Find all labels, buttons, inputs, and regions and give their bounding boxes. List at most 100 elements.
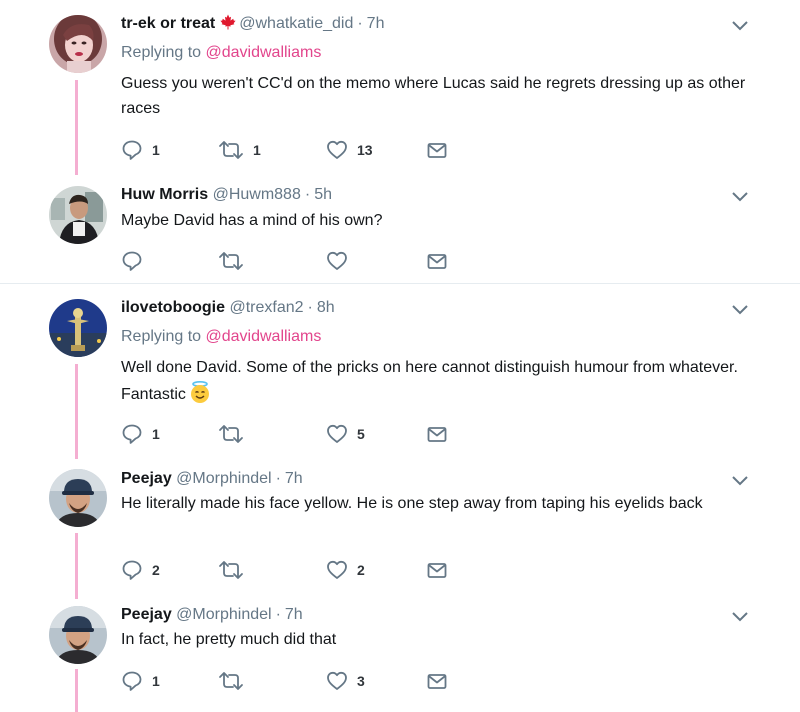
chevron-down-icon[interactable] — [730, 303, 750, 317]
tweet-text: In fact, he pretty much did that — [121, 631, 337, 648]
conversation-divider — [0, 283, 800, 284]
retweet-icon — [218, 139, 244, 161]
like-count: 13 — [357, 142, 373, 158]
user-handle[interactable]: @whatkatie_did — [239, 15, 353, 32]
mention-link[interactable]: @davidwalliams — [206, 328, 322, 345]
reply-count: 1 — [152, 142, 160, 158]
avatar[interactable] — [49, 15, 107, 73]
replying-label: Replying to — [121, 328, 206, 345]
like-count: 2 — [357, 562, 365, 578]
envelope-icon — [426, 423, 448, 445]
retweet-button[interactable] — [218, 558, 253, 582]
direct-message-button[interactable] — [426, 422, 448, 446]
tweet-actions: 1 1 13 — [121, 138, 461, 162]
heart-icon — [326, 423, 348, 445]
tweet-text: Maybe David has a mind of his own? — [121, 212, 383, 229]
avatar[interactable] — [49, 469, 107, 527]
chevron-down-icon[interactable] — [730, 19, 750, 33]
avatar[interactable] — [49, 606, 107, 664]
tweet-header: Huw Morris @Huwm888 · 5h — [121, 185, 332, 205]
retweet-button[interactable] — [218, 249, 253, 273]
separator-dot: · — [304, 186, 311, 203]
direct-message-button[interactable] — [426, 558, 448, 582]
display-name[interactable]: Huw Morris — [121, 186, 208, 203]
thread-line — [75, 669, 78, 712]
retweet-icon — [218, 423, 244, 445]
separator-dot: · — [357, 15, 363, 32]
thread-line — [75, 80, 78, 175]
retweet-icon — [218, 559, 244, 581]
avatar[interactable] — [49, 299, 107, 357]
tweet-text-content: Well done David. Some of the pricks on h… — [121, 359, 738, 403]
retweet-button[interactable] — [218, 669, 253, 693]
avatar[interactable] — [49, 186, 107, 244]
reply-button[interactable]: 1 — [121, 422, 160, 446]
reply-count: 2 — [152, 562, 160, 578]
reply-count: 1 — [152, 426, 160, 442]
retweet-count: 1 — [253, 142, 261, 158]
reply-icon — [121, 423, 143, 445]
heart-icon — [326, 559, 348, 581]
display-name[interactable]: tr-ek or treat — [121, 15, 215, 32]
like-button[interactable]: 2 — [326, 558, 365, 582]
tweet-actions: 2 2 — [121, 558, 461, 582]
tweet-header: Peejay @Morphindel · 7h — [121, 605, 303, 625]
chevron-down-icon[interactable] — [730, 190, 750, 204]
envelope-icon — [426, 670, 448, 692]
tweet-text: Guess you weren't CC'd on the memo where… — [121, 75, 746, 117]
chevron-down-icon[interactable] — [730, 610, 750, 624]
direct-message-button[interactable] — [426, 138, 448, 162]
retweet-button[interactable] — [218, 422, 253, 446]
user-handle[interactable]: @Morphindel — [176, 606, 271, 623]
tweet-header: ilovetoboogie @trexfan2 · 8h — [121, 298, 335, 318]
reply-icon — [121, 250, 143, 272]
display-name[interactable]: Peejay — [121, 470, 172, 487]
mention-link[interactable]: @davidwalliams — [206, 44, 322, 61]
tweet-text: He literally made his face yellow. He is… — [121, 495, 703, 512]
tweet-header: tr-ek or treat @whatkatie_did · 7h — [121, 14, 384, 36]
like-button[interactable]: 5 — [326, 422, 365, 446]
display-name[interactable]: ilovetoboogie — [121, 299, 225, 316]
heart-icon — [326, 250, 348, 272]
timestamp[interactable]: 7h — [367, 15, 385, 32]
like-button[interactable]: 13 — [326, 138, 373, 162]
tweet-actions: 1 3 — [121, 669, 461, 693]
replying-to: Replying to @davidwalliams — [121, 43, 321, 63]
like-button[interactable]: 3 — [326, 669, 365, 693]
reply-button[interactable] — [121, 249, 152, 273]
reply-button[interactable]: 1 — [121, 669, 160, 693]
timestamp[interactable]: 5h — [314, 186, 332, 203]
envelope-icon — [426, 250, 448, 272]
direct-message-button[interactable] — [426, 669, 448, 693]
reply-icon — [121, 139, 143, 161]
reply-icon — [121, 670, 143, 692]
tweet-header: Peejay @Morphindel · 7h — [121, 469, 303, 489]
separator-dot: · — [307, 299, 313, 316]
retweet-button[interactable]: 1 — [218, 138, 261, 162]
user-handle[interactable]: @trexfan2 — [229, 299, 303, 316]
reply-button[interactable]: 2 — [121, 558, 160, 582]
envelope-icon — [426, 139, 448, 161]
like-count: 3 — [357, 673, 365, 689]
like-count: 5 — [357, 426, 365, 442]
separator-dot: · — [275, 606, 281, 623]
heart-icon — [326, 670, 348, 692]
reply-count: 1 — [152, 673, 160, 689]
timestamp[interactable]: 8h — [317, 299, 335, 316]
direct-message-button[interactable] — [426, 249, 448, 273]
like-button[interactable] — [326, 249, 357, 273]
user-handle[interactable]: @Huwm888 — [213, 186, 301, 203]
thread-line — [75, 533, 78, 599]
user-handle[interactable]: @Morphindel — [176, 470, 271, 487]
timestamp[interactable]: 7h — [285, 470, 303, 487]
display-name[interactable]: Peejay — [121, 606, 172, 623]
envelope-icon — [426, 559, 448, 581]
retweet-icon — [218, 670, 244, 692]
reply-icon — [121, 559, 143, 581]
thread-line — [75, 364, 78, 459]
tweet-actions: 1 5 — [121, 422, 461, 446]
timestamp[interactable]: 7h — [285, 606, 303, 623]
replying-to: Replying to @davidwalliams — [121, 327, 321, 347]
reply-button[interactable]: 1 — [121, 138, 160, 162]
chevron-down-icon[interactable] — [730, 474, 750, 488]
